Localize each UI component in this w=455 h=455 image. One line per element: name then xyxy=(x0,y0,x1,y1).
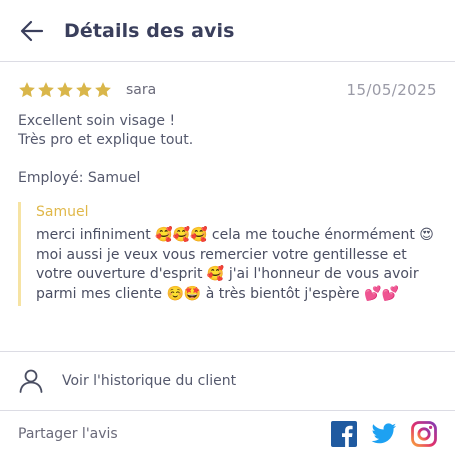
review-author: sara xyxy=(126,82,157,98)
star-icon xyxy=(38,82,54,98)
star-icon xyxy=(76,82,92,98)
review-details-screen: Détails des avis sara 15/05/2025 Excelle… xyxy=(0,0,455,455)
star-icon xyxy=(19,82,35,98)
client-history-link[interactable]: Voir l'historique du client xyxy=(0,351,455,411)
user-icon xyxy=(19,369,43,393)
arrow-left-icon xyxy=(20,20,44,41)
employee-label: Employé: Samuel xyxy=(18,170,141,186)
rating-author-group: sara xyxy=(18,81,156,99)
review-date: 15/05/2025 xyxy=(346,81,437,99)
page-title: Détails des avis xyxy=(64,19,235,42)
review-meta-row: sara 15/05/2025 xyxy=(18,78,437,102)
reply-author: Samuel xyxy=(36,204,89,220)
twitter-icon xyxy=(371,422,397,443)
review-card: sara 15/05/2025 Excellent soin visage ! … xyxy=(0,62,455,307)
star-icon xyxy=(57,82,73,98)
rating-stars xyxy=(18,81,112,99)
instagram-share-button[interactable] xyxy=(411,420,437,447)
back-button[interactable] xyxy=(18,17,46,45)
review-comment: Excellent soin visage ! Très pro et expl… xyxy=(18,113,194,148)
reply-block: Samuel merci infiniment 🥰🥰🥰 cela me touc… xyxy=(18,202,437,307)
app-header: Détails des avis xyxy=(0,0,455,62)
social-share-buttons xyxy=(331,420,437,447)
client-history-label: Voir l'historique du client xyxy=(62,373,237,389)
star-icon xyxy=(95,82,111,98)
facebook-share-button[interactable] xyxy=(331,420,357,447)
share-row: Partager l'avis xyxy=(0,412,455,455)
facebook-icon xyxy=(331,420,357,447)
reply-text: merci infiniment 🥰🥰🥰 cela me touche énor… xyxy=(36,227,434,302)
instagram-icon xyxy=(411,420,437,447)
share-label: Partager l'avis xyxy=(18,425,118,442)
twitter-share-button[interactable] xyxy=(371,421,397,447)
